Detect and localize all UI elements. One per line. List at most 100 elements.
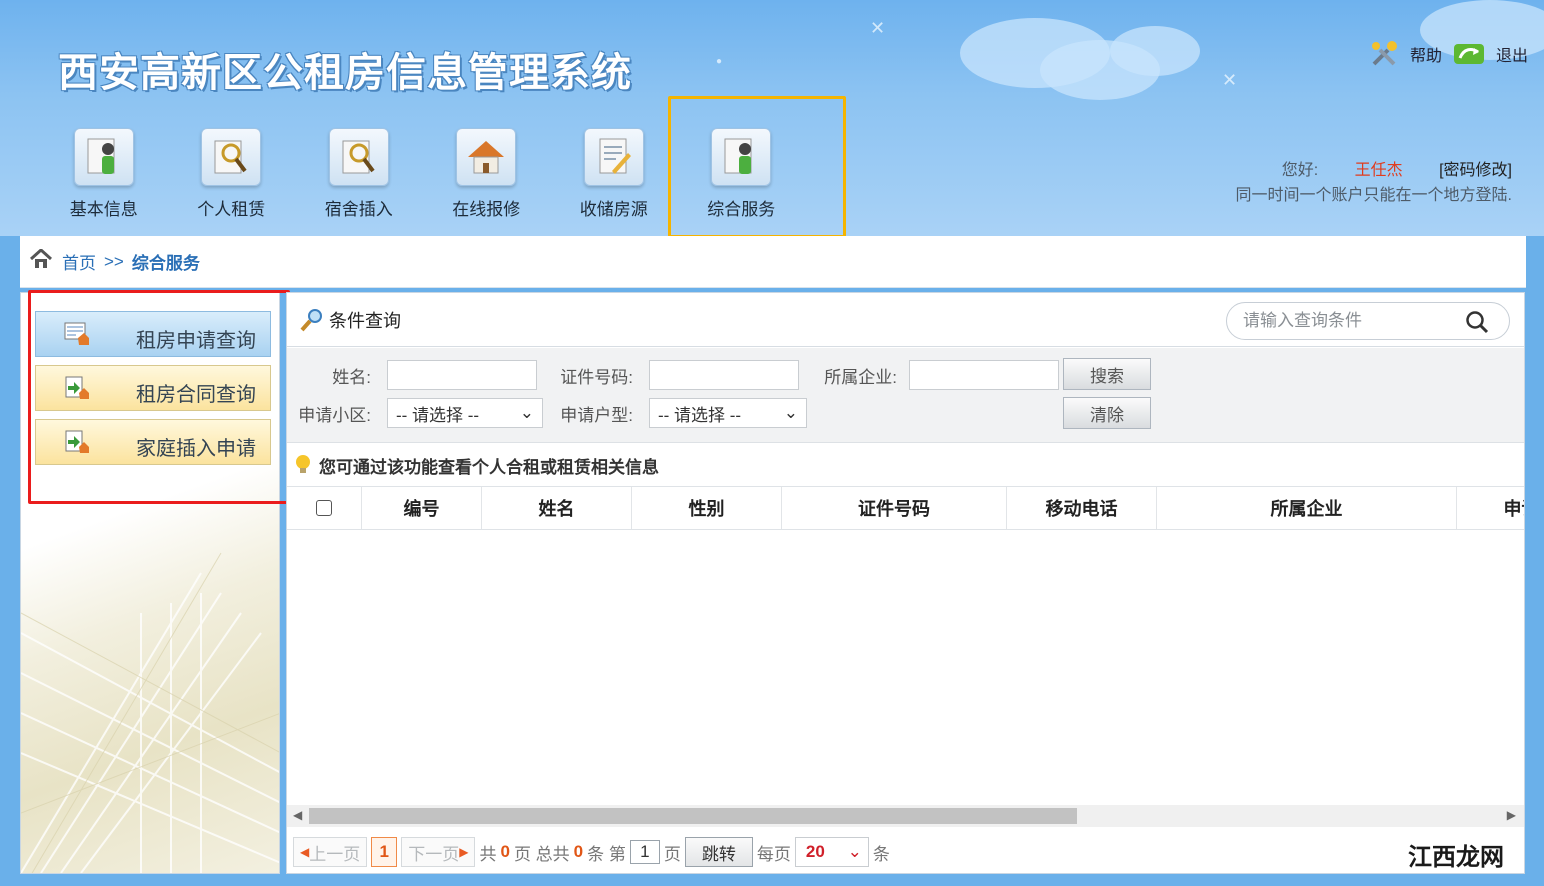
chevron-down-icon: ⌄ (847, 842, 862, 861)
edit-doc-icon (583, 128, 644, 186)
company-label: 所属企业: (824, 367, 897, 387)
triangle-right-icon: ▶ (459, 845, 469, 859)
breadcrumb-separator: >> (104, 251, 124, 271)
sparkle-decoration: ● (716, 56, 723, 67)
breadcrumb: 首页 >> 综合服务 (20, 236, 1526, 288)
column-header[interactable]: 所属企业 (1157, 487, 1457, 529)
table-header: 编号 姓名 性别 证件号码 移动电话 所属企业 申请 (287, 486, 1525, 530)
total-suffix: 条 第 (587, 844, 626, 864)
search-input[interactable] (1243, 311, 1463, 331)
system-title: 西安高新区公租房信息管理系统 (58, 51, 632, 95)
pagination: ◀ 上一页 1 下一页 ▶ 共 0 页 总共 0 条 第 1 页 跳转 每页 2… (287, 829, 1524, 873)
total-records: 0 (573, 842, 584, 861)
top-actions: 帮助 退出 (1368, 38, 1528, 70)
cloud-decoration (1110, 26, 1200, 76)
sidebar-highlight-box (28, 290, 290, 504)
per-page-label: 每页 (756, 844, 791, 864)
scroll-right-icon[interactable]: ▶ (1507, 808, 1516, 822)
tip-text: 您可通过该功能查看个人合租或租赁相关信息 (319, 457, 659, 477)
nav-item-personal-rent[interactable]: 个人租赁 (168, 128, 296, 220)
filter-row-1: 姓名: 证件号码: 所属企业: (287, 360, 1059, 390)
main-panel: 条件查询 姓名: 证件号码: 所属企业: 申请小区: -- 请选择 -- ⌄ 申… (286, 292, 1525, 874)
query-title: 条件查询 (329, 310, 401, 331)
per-page-select[interactable]: 20 ⌄ (794, 837, 869, 867)
search-button[interactable]: 搜索 (1063, 358, 1151, 390)
nav-label: 收储房源 (579, 200, 648, 219)
column-header[interactable]: 姓名 (482, 487, 632, 529)
change-password-link[interactable]: [密码修改] (1439, 162, 1512, 179)
sparkle-decoration: ✕ (1222, 70, 1238, 90)
person-doc-icon (73, 128, 134, 186)
chevron-down-icon: ⌄ (783, 403, 798, 422)
nav-label: 基本信息 (69, 200, 138, 219)
name-field[interactable] (387, 360, 537, 390)
magnifier-doc-icon (328, 128, 389, 186)
id-number-field[interactable] (649, 360, 799, 390)
magnifier-icon (299, 307, 325, 333)
total-prefix: 共 (479, 844, 497, 864)
nav-label: 宿舍插入 (324, 200, 393, 219)
column-header[interactable]: 性别 (632, 487, 782, 529)
nav-label: 在线报修 (452, 200, 521, 219)
per-page-value: 20 (805, 842, 825, 861)
next-page-label: 下一页 (408, 844, 460, 864)
user-name: 王任杰 (1354, 162, 1403, 179)
nav-item-basic-info[interactable]: 基本信息 (40, 128, 168, 220)
magnifier-doc-icon (201, 128, 262, 186)
name-label: 姓名: (332, 367, 371, 387)
current-page-button[interactable]: 1 (371, 837, 398, 867)
filter-row-2: 申请小区: -- 请选择 -- ⌄ 申请户型: -- 请选择 -- ⌄ (287, 398, 807, 428)
nav-item-online-repair[interactable]: 在线报修 (423, 128, 551, 220)
user-info: 您好: 王任杰 [密码修改] 同一时间一个账户只能在一个地方登陆. (1236, 158, 1512, 208)
prev-page-button[interactable]: ◀ 上一页 (293, 837, 368, 867)
room-type-label: 申请户型: (560, 405, 633, 425)
watermark-logo: 江西龙网 (1404, 837, 1508, 872)
total-pages: 0 (500, 842, 510, 861)
lightbulb-icon (293, 454, 313, 476)
next-page-button[interactable]: 下一页 ▶ (401, 837, 476, 867)
sparkle-decoration: ✕ (870, 18, 886, 38)
search-icon[interactable] (1465, 310, 1489, 339)
exit-link[interactable]: 退出 (1496, 42, 1528, 66)
community-select-value: -- 请选择 -- (396, 405, 480, 425)
nav-label: 个人租赁 (197, 200, 266, 219)
nav-highlight-box (668, 96, 846, 236)
greeting-label: 您好: (1281, 162, 1319, 179)
building-decoration (21, 552, 279, 873)
room-type-select-value: -- 请选择 -- (658, 405, 742, 425)
community-label: 申请小区: (298, 405, 371, 425)
horizontal-scrollbar[interactable]: ◀ ▶ (287, 805, 1524, 827)
header-banner: ✕ ✕ ● 西安高新区公租房信息管理系统 帮助 退出 基本信息 个人租赁 宿舍插… (0, 0, 1544, 236)
column-header[interactable]: 移动电话 (1007, 487, 1157, 529)
company-field[interactable] (909, 360, 1059, 390)
per-page-unit: 条 (872, 844, 890, 864)
home-icon[interactable] (29, 247, 53, 274)
select-all-cell (287, 487, 362, 529)
triangle-left-icon: ◀ (300, 845, 310, 859)
query-header: 条件查询 (287, 293, 1524, 347)
quick-search (1226, 302, 1510, 340)
page-unit: 页 (663, 844, 681, 864)
breadcrumb-home[interactable]: 首页 (62, 249, 96, 274)
total-mid: 页 总共 (513, 844, 570, 864)
page-number-input[interactable]: 1 (629, 840, 660, 864)
jump-button[interactable]: 跳转 (684, 837, 753, 867)
nav-item-housing-storage[interactable]: 收储房源 (550, 128, 678, 220)
house-icon (456, 128, 517, 186)
scrollbar-thumb[interactable] (309, 808, 1077, 824)
column-header[interactable]: 证件号码 (782, 487, 1007, 529)
clear-button[interactable]: 清除 (1063, 397, 1151, 429)
chevron-down-icon: ⌄ (519, 403, 534, 422)
prev-page-label: 上一页 (309, 844, 361, 864)
exit-icon[interactable] (1452, 40, 1486, 68)
scroll-left-icon[interactable]: ◀ (293, 808, 302, 822)
select-all-checkbox[interactable] (316, 500, 332, 516)
nav-item-dorm-insert[interactable]: 宿舍插入 (295, 128, 423, 220)
help-tools-icon[interactable] (1368, 38, 1400, 70)
tip-bar: 您可通过该功能查看个人合租或租赁相关信息 (287, 444, 1524, 486)
column-header[interactable]: 申请 (1457, 487, 1525, 529)
room-type-select[interactable]: -- 请选择 -- ⌄ (649, 398, 807, 428)
column-header[interactable]: 编号 (362, 487, 482, 529)
community-select[interactable]: -- 请选择 -- ⌄ (387, 398, 543, 428)
help-link[interactable]: 帮助 (1410, 42, 1442, 66)
